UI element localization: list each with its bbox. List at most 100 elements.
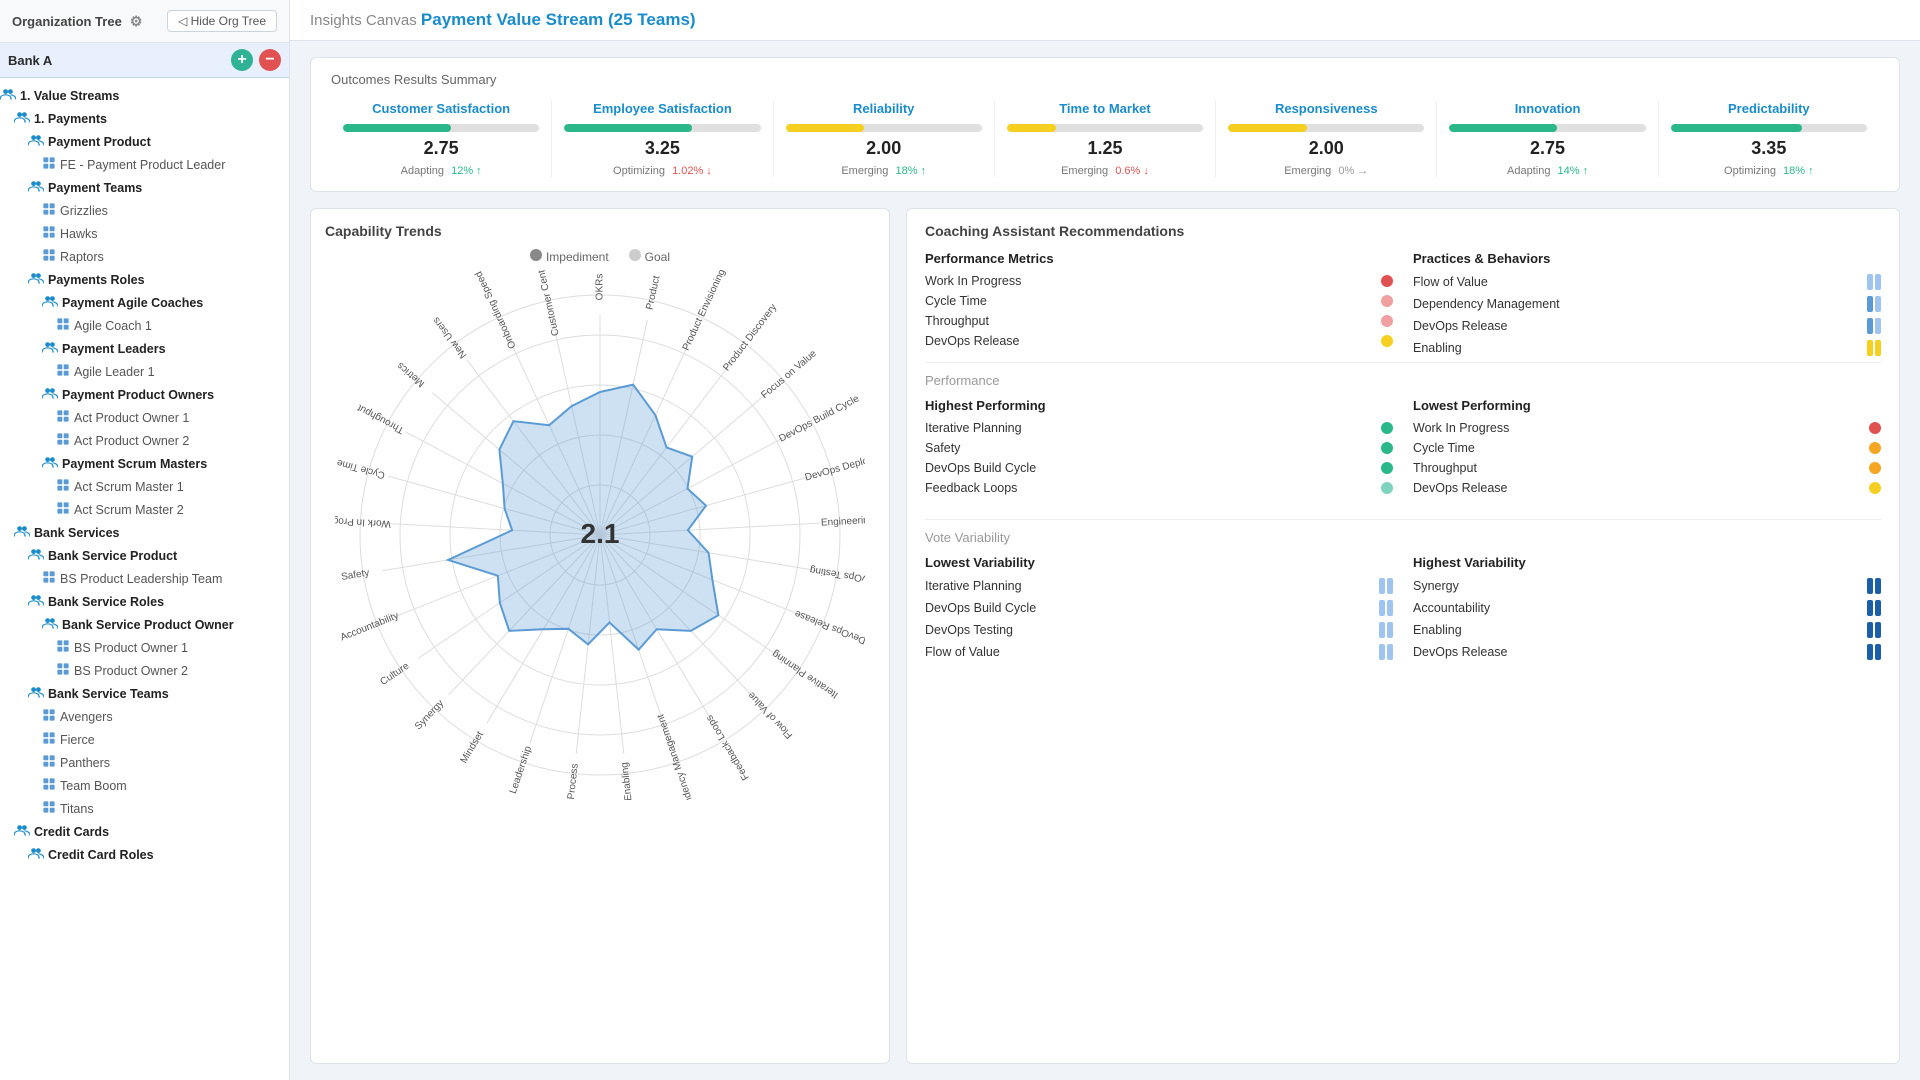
tree-item-payment-product-owners[interactable]: Payment Product Owners [0,383,289,406]
tree-item-grizzlies[interactable]: Grizzlies [0,199,289,222]
tree-item-act-scrum-master-1[interactable]: Act Scrum Master 1 [0,475,289,498]
tree-item-act-product-owner-1[interactable]: Act Product Owner 1 [0,406,289,429]
outcome-label: Responsiveness [1275,101,1378,118]
svg-text:Work In Progress: Work In Progress [335,514,391,529]
tree-icon-bank-service-roles [28,593,44,610]
tree-icon-act-scrum-master-2 [56,501,70,518]
tree-item-bank-services[interactable]: Bank Services [0,521,289,544]
tree-label-act-scrum-master-2: Act Scrum Master 2 [74,503,184,517]
tree-item-act-product-owner-2[interactable]: Act Product Owner 2 [0,429,289,452]
tree-item-credit-cards[interactable]: Credit Cards [0,820,289,843]
metric-row: DevOps Testing [925,622,1393,638]
tree-label-agile-leader-1: Agile Leader 1 [74,365,155,379]
metric-name: DevOps Testing [925,623,1373,637]
tree-label-act-product-owner-2: Act Product Owner 2 [74,434,189,448]
tree-item-hawks[interactable]: Hawks [0,222,289,245]
performance-section: Performance Highest Performing Iterative… [925,362,1881,501]
variability-section-title: Vote Variability [925,519,1881,545]
bar-segment [1875,644,1881,660]
metric-row: Accountability [1413,600,1881,616]
tree-item-payment-agile-coaches[interactable]: Payment Agile Coaches [0,291,289,314]
tree-item-fe-payment[interactable]: FE - Payment Product Leader [0,153,289,176]
svg-text:Flow of Value: Flow of Value [746,689,795,740]
tree-label-value-streams: 1. Value Streams [20,89,119,103]
tree-label-payment-scrum-masters: Payment Scrum Masters [62,457,207,471]
svg-text:DevOps Testing: DevOps Testing [809,564,865,586]
bar-segment [1867,578,1873,594]
tree-item-payments[interactable]: 1. Payments [0,107,289,130]
tree-item-credit-card-roles[interactable]: Credit Card Roles [0,843,289,866]
svg-text:Accountability: Accountability [339,610,400,643]
tree-item-avengers[interactable]: Avengers [0,705,289,728]
metric-row: Iterative Planning [925,421,1393,435]
metric-bar-group [1867,644,1881,660]
tree-icon-bs-product-owner-1 [56,639,70,656]
metric-dot [1381,422,1393,434]
legend-impediment: Impediment [546,250,609,264]
outcome-progress-fill [564,124,692,132]
outcome-value: 1.25 [1087,138,1122,159]
tree-item-bank-service-teams[interactable]: Bank Service Teams [0,682,289,705]
tree-item-payment-roles[interactable]: Payments Roles [0,268,289,291]
tree-item-bs-product-leadership[interactable]: BS Product Leadership Team [0,567,289,590]
metric-row: Work In Progress [925,274,1393,288]
tree-icon-fierce [42,731,56,748]
metric-row: Flow of Value [1413,274,1881,290]
tree-item-act-scrum-master-2[interactable]: Act Scrum Master 2 [0,498,289,521]
metric-name: DevOps Release [1413,319,1861,333]
breadcrumb-prefix: Insights Canvas [310,12,417,29]
tree-item-panthers[interactable]: Panthers [0,751,289,774]
tree-label-payment-product: Payment Product [48,135,151,149]
practices-list: Flow of ValueDependency ManagementDevOps… [1413,274,1881,356]
metric-row: Synergy [1413,578,1881,594]
tree-icon-payments [14,110,30,127]
outcome-value: 3.25 [645,138,680,159]
metric-bar-group [1867,340,1881,356]
tree-label-titans: Titans [60,802,94,816]
tree-item-agile-leader-1[interactable]: Agile Leader 1 [0,360,289,383]
tree-item-titans[interactable]: Titans [0,797,289,820]
tree-label-hawks: Hawks [60,227,98,241]
outcome-value: 2.00 [866,138,901,159]
tree-item-value-streams[interactable]: 1. Value Streams [0,84,289,107]
add-org-button[interactable]: + [231,49,253,71]
tree-label-payment-roles: Payments Roles [48,273,145,287]
svg-text:Engineering: Engineering [821,515,865,529]
remove-org-button[interactable]: − [259,49,281,71]
tree-item-raptors[interactable]: Raptors [0,245,289,268]
metric-bar-group [1867,296,1881,312]
svg-text:Onboarding Speed: Onboarding Speed [473,270,518,350]
tree-item-agile-coach-1[interactable]: Agile Coach 1 [0,314,289,337]
metric-dot [1381,335,1393,347]
tree-item-payment-scrum-masters[interactable]: Payment Scrum Masters [0,452,289,475]
tree-item-bs-product-owner-1[interactable]: BS Product Owner 1 [0,636,289,659]
tree-item-fierce[interactable]: Fierce [0,728,289,751]
tree-item-bs-product-owner-2[interactable]: BS Product Owner 2 [0,659,289,682]
gear-icon[interactable]: ⚙ [130,13,143,30]
tree-item-bank-service-roles[interactable]: Bank Service Roles [0,590,289,613]
outcome-progress-bg [343,124,539,132]
metric-dot [1381,315,1393,327]
metric-name: Iterative Planning [925,421,1375,435]
bar-segment [1875,622,1881,638]
outcome-status: Optimizing 18% ↑ [1724,165,1814,177]
svg-text:OKRs: OKRs [595,274,606,301]
tree-label-avengers: Avengers [60,710,113,724]
bar-segment [1379,578,1385,594]
svg-text:Cycle Time: Cycle Time [335,456,386,480]
tree-icon-bank-service-product-owners [42,616,58,633]
lowest-var-header: Lowest Variability [925,555,1393,570]
tree-item-payment-teams[interactable]: Payment Teams [0,176,289,199]
metric-name: DevOps Build Cycle [925,601,1373,615]
tree-icon-payment-scrum-masters [42,455,58,472]
tree-item-bank-service-product[interactable]: Bank Service Product [0,544,289,567]
tree-item-payment-leaders[interactable]: Payment Leaders [0,337,289,360]
tree-item-bank-service-product-owners[interactable]: Bank Service Product Owner [0,613,289,636]
metric-dot [1869,482,1881,494]
metric-row: Throughput [1413,461,1881,475]
tree-item-payment-product[interactable]: Payment Product [0,130,289,153]
hide-org-tree-button[interactable]: ◁ Hide Org Tree [167,10,277,32]
metric-bar-group [1867,600,1881,616]
tree-item-team-boom[interactable]: Team Boom [0,774,289,797]
tree-icon-value-streams [0,87,16,104]
